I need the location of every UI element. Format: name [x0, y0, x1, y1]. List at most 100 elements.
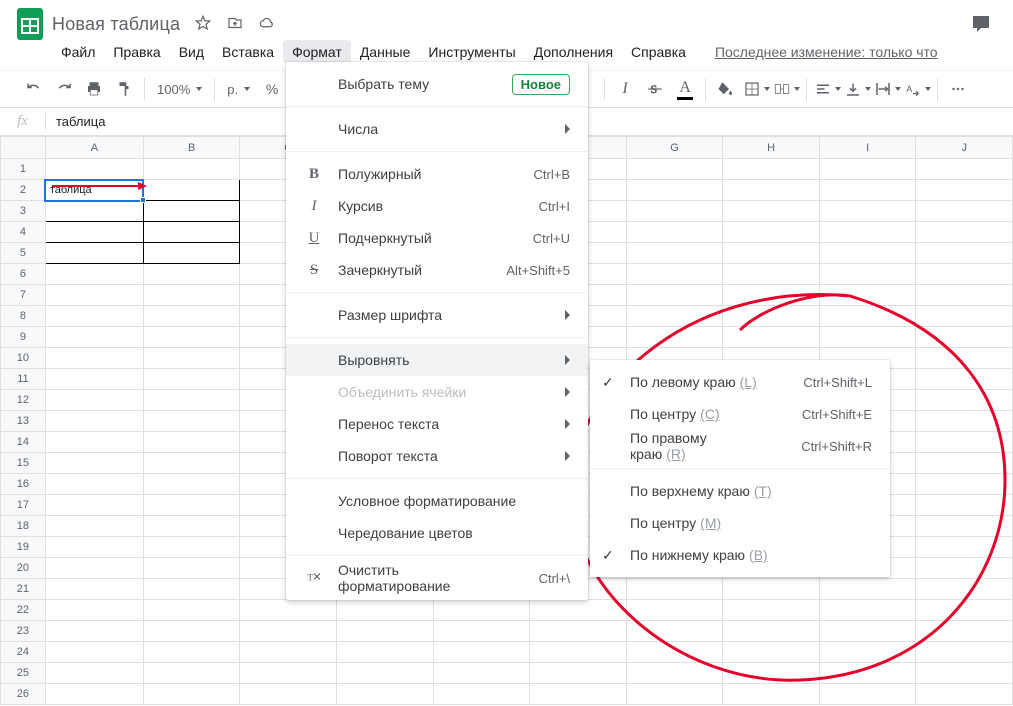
cell[interactable] [819, 621, 916, 642]
col-header[interactable]: G [626, 137, 723, 159]
cell[interactable] [626, 684, 723, 705]
cell[interactable] [819, 600, 916, 621]
menu-insert[interactable]: Вставка [213, 40, 283, 64]
cell[interactable] [626, 327, 723, 348]
cell[interactable] [143, 264, 240, 285]
format-strike[interactable]: S Зачеркнутый Alt+Shift+5 [286, 254, 588, 286]
cell[interactable] [45, 348, 143, 369]
col-header[interactable]: B [143, 137, 240, 159]
cell[interactable] [916, 264, 1013, 285]
cell[interactable] [723, 222, 820, 243]
undo-button[interactable] [20, 75, 48, 103]
row-header[interactable]: 10 [1, 348, 46, 369]
cell[interactable] [143, 558, 240, 579]
cell[interactable] [916, 495, 1013, 516]
cell[interactable] [916, 579, 1013, 600]
row-header[interactable]: 7 [1, 285, 46, 306]
cell[interactable] [143, 159, 240, 180]
cell[interactable] [433, 663, 530, 684]
grid-row[interactable]: 25 [1, 663, 1013, 684]
cell[interactable] [45, 159, 143, 180]
row-header[interactable]: 25 [1, 663, 46, 684]
cell[interactable] [916, 663, 1013, 684]
cell[interactable] [45, 600, 143, 621]
menu-addons[interactable]: Дополнения [525, 40, 622, 64]
cell[interactable] [916, 369, 1013, 390]
cell[interactable] [45, 558, 143, 579]
cell[interactable] [819, 180, 916, 201]
format-alternating[interactable]: Чередование цветов [286, 517, 588, 549]
row-header[interactable]: 16 [1, 474, 46, 495]
text-wrap-button[interactable] [873, 75, 901, 103]
cell[interactable] [337, 642, 434, 663]
row-header[interactable]: 23 [1, 621, 46, 642]
cell[interactable] [143, 285, 240, 306]
cell[interactable] [723, 642, 820, 663]
cell[interactable] [143, 537, 240, 558]
row-header[interactable]: 13 [1, 411, 46, 432]
cell[interactable] [143, 621, 240, 642]
cell[interactable] [240, 642, 337, 663]
zoom-select[interactable]: 100% [151, 75, 208, 103]
row-header[interactable]: 6 [1, 264, 46, 285]
format-theme[interactable]: Выбрать тему Новое [286, 68, 588, 100]
cell[interactable] [819, 243, 916, 264]
cell[interactable] [337, 600, 434, 621]
sheets-logo[interactable] [8, 6, 52, 42]
col-header[interactable]: H [723, 137, 820, 159]
redo-button[interactable] [50, 75, 78, 103]
row-header[interactable]: 8 [1, 306, 46, 327]
align-top[interactable]: По верхнему краю(T) [590, 475, 890, 507]
row-header[interactable]: 5 [1, 243, 46, 264]
row-header[interactable]: 3 [1, 201, 46, 222]
format-rotate[interactable]: Поворот текста [286, 440, 588, 472]
cell[interactable] [45, 243, 143, 264]
select-all-corner[interactable] [1, 137, 46, 159]
align-middle[interactable]: По центру(M) [590, 507, 890, 539]
text-rotation-button[interactable]: A [903, 75, 931, 103]
cell[interactable] [916, 180, 1013, 201]
cell[interactable] [723, 285, 820, 306]
cell[interactable] [45, 201, 143, 222]
cell[interactable] [143, 516, 240, 537]
cell[interactable] [916, 600, 1013, 621]
cell[interactable] [819, 327, 916, 348]
cell[interactable] [530, 663, 627, 684]
cell[interactable] [916, 684, 1013, 705]
cell[interactable] [916, 222, 1013, 243]
col-header[interactable]: A [45, 137, 143, 159]
cell[interactable] [45, 516, 143, 537]
cell[interactable] [143, 600, 240, 621]
row-header[interactable]: 19 [1, 537, 46, 558]
cell[interactable] [723, 243, 820, 264]
row-header[interactable]: 1 [1, 159, 46, 180]
format-clear[interactable]: T Очистить форматирование Ctrl+\ [286, 562, 588, 594]
row-header[interactable]: 12 [1, 390, 46, 411]
grid-row[interactable]: 23 [1, 621, 1013, 642]
cell[interactable] [723, 684, 820, 705]
document-title[interactable]: Новая таблица [52, 14, 180, 35]
cell[interactable] [143, 642, 240, 663]
cell[interactable] [916, 432, 1013, 453]
cell[interactable] [916, 453, 1013, 474]
paint-format-button[interactable] [110, 75, 138, 103]
cell[interactable] [916, 516, 1013, 537]
cell[interactable] [240, 663, 337, 684]
cell[interactable] [530, 684, 627, 705]
cell[interactable] [143, 495, 240, 516]
cell[interactable] [916, 621, 1013, 642]
cell[interactable] [626, 222, 723, 243]
cell[interactable] [45, 306, 143, 327]
cell[interactable] [819, 642, 916, 663]
cell[interactable] [819, 222, 916, 243]
cell[interactable] [433, 684, 530, 705]
cell[interactable] [819, 285, 916, 306]
cell[interactable] [819, 264, 916, 285]
cell[interactable] [45, 453, 143, 474]
cell[interactable] [45, 222, 143, 243]
cell[interactable] [916, 474, 1013, 495]
cell[interactable] [626, 285, 723, 306]
menu-file[interactable]: Файл [52, 40, 104, 64]
more-toolbar-button[interactable] [944, 75, 972, 103]
menu-tools[interactable]: Инструменты [419, 40, 524, 64]
